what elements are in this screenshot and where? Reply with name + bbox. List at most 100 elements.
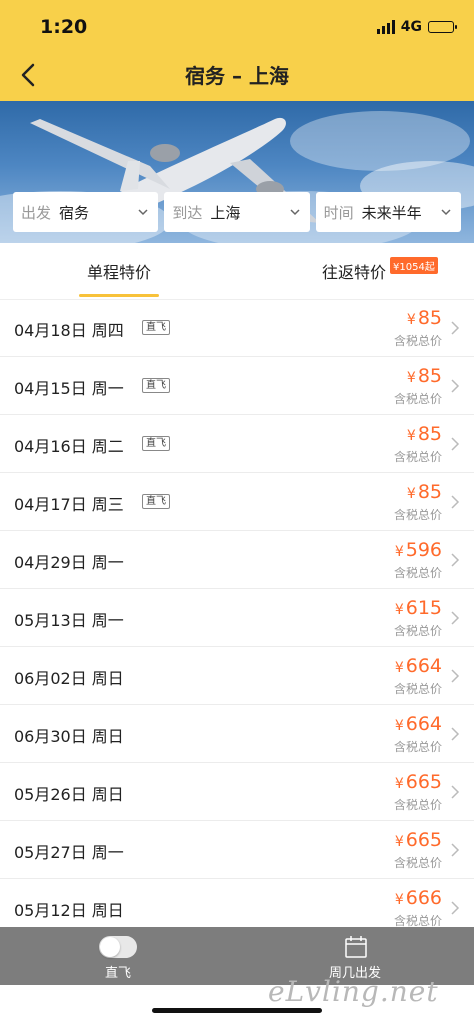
flight-row[interactable]: 06月30日 周日 ¥664 含税总价 (0, 705, 474, 763)
flight-list: 04月18日 周四 直飞 ¥85 含税总价 04月15日 周一 直飞 ¥85 含税总价 04月1… (0, 299, 474, 937)
chevron-right-icon (451, 669, 460, 683)
chevron-right-icon (451, 379, 460, 393)
tax-label: 含税总价 (393, 856, 442, 870)
signal-icon (376, 20, 395, 34)
direct-toggle[interactable] (99, 936, 137, 958)
flight-date: 04月17日 周三 (14, 495, 124, 514)
tab-oneway[interactable]: 单程特价 (79, 259, 159, 283)
price-value: 596 (405, 539, 442, 561)
chevron-down-icon (138, 209, 148, 216)
flight-row[interactable]: 04月15日 周一 直飞 ¥85 含税总价 (0, 357, 474, 415)
chevron-down-icon (290, 209, 300, 216)
home-indicator[interactable] (152, 1008, 322, 1013)
currency-symbol: ¥ (406, 370, 416, 386)
time-selector[interactable]: 时间 未来半年 (315, 192, 461, 232)
header-bar: 1:20 4G 宿务 – 上海 (0, 0, 474, 101)
flight-price: ¥665 (395, 771, 442, 793)
tax-label: 含税总价 (393, 508, 442, 522)
tab-roundtrip-label: 往返特价 (322, 263, 387, 282)
currency-symbol: ¥ (406, 428, 416, 444)
chevron-right-icon (451, 785, 460, 799)
flight-date: 06月30日 周日 (14, 727, 124, 746)
battery-icon (428, 21, 457, 33)
time-value: 未来半年 (361, 203, 422, 222)
currency-symbol: ¥ (394, 718, 404, 734)
network-type: 4G (400, 19, 422, 35)
chevron-right-icon (451, 611, 460, 625)
toggle-knob (100, 937, 120, 957)
flight-price: ¥85 (407, 307, 442, 329)
fare-tabs: 单程特价 往返特价 ¥1054起 (0, 243, 474, 300)
weekday-filter-button[interactable] (343, 934, 369, 964)
arrival-value: 上海 (210, 203, 241, 222)
chevron-right-icon (451, 727, 460, 741)
flight-price: ¥85 (407, 365, 442, 387)
time-label: 时间 (323, 203, 354, 222)
currency-symbol: ¥ (394, 834, 404, 850)
tax-label: 含税总价 (393, 740, 442, 754)
watermark: eLvling.net (268, 975, 439, 1008)
tab-roundtrip[interactable]: 往返特价 ¥1054起 (322, 256, 438, 283)
price-value: 665 (405, 771, 442, 793)
chevron-right-icon (451, 553, 460, 567)
tax-label: 含税总价 (393, 392, 442, 406)
flight-date: 06月02日 周日 (14, 669, 124, 688)
currency-symbol: ¥ (394, 660, 404, 676)
direct-badge: 直飞 (142, 436, 170, 451)
flight-price: ¥615 (395, 597, 442, 619)
currency-symbol: ¥ (394, 602, 404, 618)
flight-price: ¥666 (395, 887, 442, 909)
direct-badge: 直飞 (142, 378, 170, 393)
status-icons: 4G (376, 19, 457, 35)
tax-label: 含税总价 (393, 798, 442, 812)
flight-row[interactable]: 05月13日 周一 ¥615 含税总价 (0, 589, 474, 647)
flight-date: 04月29日 周一 (14, 553, 124, 572)
price-value: 85 (417, 481, 442, 503)
flight-row[interactable]: 05月26日 周日 ¥665 含税总价 (0, 763, 474, 821)
status-time: 1:20 (40, 16, 88, 38)
price-value: 85 (417, 423, 442, 445)
flight-row[interactable]: 04月29日 周一 ¥596 含税总价 (0, 531, 474, 589)
flight-date: 04月18日 周四 (14, 321, 124, 340)
flight-row[interactable]: 06月02日 周日 ¥664 含税总价 (0, 647, 474, 705)
departure-value: 宿务 (59, 203, 90, 222)
flight-date: 05月13日 周一 (14, 611, 124, 630)
direct-badge: 直飞 (142, 494, 170, 509)
page-title: 宿务 – 上海 (185, 64, 289, 88)
flight-row[interactable]: 04月16日 周二 直飞 ¥85 含税总价 (0, 415, 474, 473)
arrival-label: 到达 (172, 203, 203, 222)
currency-symbol: ¥ (394, 892, 404, 908)
flight-price: ¥85 (407, 423, 442, 445)
departure-selector[interactable]: 出发 宿务 (13, 192, 159, 232)
chevron-right-icon (451, 321, 460, 335)
flight-date: 04月15日 周一 (14, 379, 124, 398)
chevron-right-icon (451, 437, 460, 451)
currency-symbol: ¥ (394, 544, 404, 560)
tax-label: 含税总价 (393, 334, 442, 348)
flight-price: ¥664 (395, 713, 442, 735)
flight-price: ¥85 (407, 481, 442, 503)
arrival-selector[interactable]: 到达 上海 (164, 192, 310, 232)
currency-symbol: ¥ (394, 776, 404, 792)
flight-price: ¥664 (395, 655, 442, 677)
flight-date: 05月27日 周一 (14, 843, 124, 862)
roundtrip-price-badge: ¥1054起 (390, 256, 438, 274)
chevron-right-icon (451, 495, 460, 509)
price-value: 664 (405, 655, 442, 677)
departure-label: 出发 (21, 203, 52, 222)
direct-toggle-label: 直飞 (104, 966, 131, 981)
flight-row[interactable]: 04月18日 周四 直飞 ¥85 含税总价 (0, 299, 474, 357)
price-value: 85 (417, 307, 442, 329)
price-value: 665 (405, 829, 442, 851)
search-selectors: 出发 宿务 到达 上海 时间 未来半年 (13, 192, 461, 232)
flight-row[interactable]: 04月17日 周三 直飞 ¥85 含税总价 (0, 473, 474, 531)
flight-row[interactable]: 05月27日 周一 ¥665 含税总价 (0, 821, 474, 879)
flight-date: 04月16日 周二 (14, 437, 124, 456)
tax-label: 含税总价 (393, 682, 442, 696)
flight-date: 05月26日 周日 (14, 785, 124, 804)
price-value: 615 (405, 597, 442, 619)
direct-badge: 直飞 (142, 320, 170, 335)
tax-label: 含税总价 (393, 450, 442, 464)
flight-price: ¥665 (395, 829, 442, 851)
price-value: 666 (405, 887, 442, 909)
